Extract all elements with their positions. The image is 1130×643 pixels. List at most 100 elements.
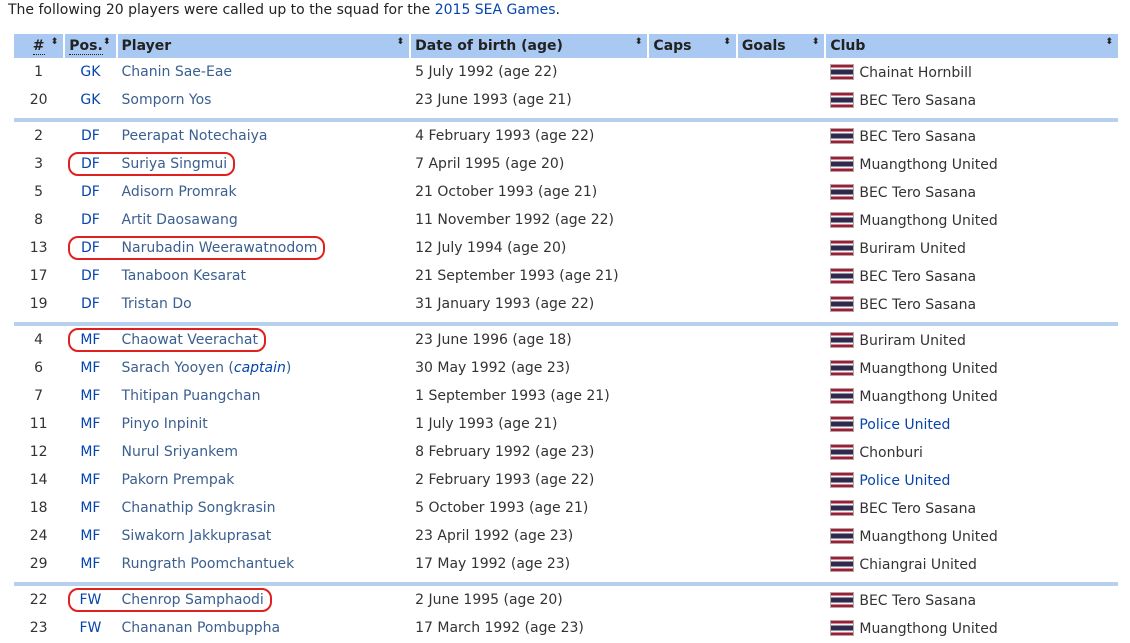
table-row: 3 DF Suriya Singmui 7 April 1995 (age 20) Mu… [14,150,1118,178]
table-row: 11 MF Pinyo Inpinit 1 July 1993 (age 21) Pol… [14,410,1118,438]
player-name-link[interactable]: Siwakorn Jakkuprasat [122,528,272,544]
player-name-link[interactable]: Tanaboon Kesarat [122,268,246,284]
player-position[interactable]: DF [65,262,115,290]
player-number: 11 [29,416,48,432]
club-name-link[interactable]: Chiangrai United [859,557,977,573]
col-header-club[interactable]: Club ⬍ [826,34,1118,58]
player-name-link[interactable]: Rungrath Poomchantuek [122,556,295,572]
club-name-link[interactable]: Chainat Hornbill [859,65,972,81]
club-name-link[interactable]: BEC Tero Sasana [859,93,976,109]
player-position[interactable]: DF [65,234,115,262]
club-name-link[interactable]: Muangthong United [859,361,997,377]
goals-cell [738,494,824,522]
player-name-link[interactable]: Suriya Singmui [122,156,228,172]
player-name-link[interactable]: Nurul Sriyankem [122,444,238,460]
player-name-link[interactable]: Tristan Do [122,296,192,312]
player-name-link[interactable]: Thitipan Puangchan [122,388,261,404]
goals-cell [738,234,824,262]
club-name-link[interactable]: BEC Tero Sasana [859,185,976,201]
player-name-link[interactable]: Chananan Pombuppha [122,620,281,636]
sort-icon[interactable]: ⬍ [51,38,59,47]
table-row: 13 DF Narubadin Weerawatnodom 12 July 1994 … [14,234,1118,262]
player-position[interactable]: GK [65,86,115,114]
player-position[interactable]: MF [65,522,115,550]
player-position[interactable]: FW [65,614,115,642]
player-position[interactable]: MF [65,326,115,354]
club-name-link[interactable]: BEC Tero Sasana [859,593,976,609]
player-name-link[interactable]: Chaowat Veerachat [122,332,258,348]
player-position[interactable]: GK [65,58,115,86]
player-position[interactable]: MF [65,466,115,494]
sea-games-link[interactable]: 2015 SEA Games [435,2,556,18]
goals-cell [738,550,824,578]
col-header-num[interactable]: # ⬍ [14,34,64,58]
sort-icon[interactable]: ⬍ [397,38,405,47]
col-header-dob[interactable]: Date of birth (age) ⬍ [411,34,648,58]
captain-note-link[interactable]: captain [234,360,286,376]
col-header-player[interactable]: Player ⬍ [117,34,410,58]
col-header-pos[interactable]: Pos. ⬍ [65,34,116,58]
club-name-link[interactable]: Police United [859,417,950,433]
player-position[interactable]: DF [65,122,115,150]
club-name-link[interactable]: BEC Tero Sasana [859,269,976,285]
player-name-link[interactable]: Adisorn Promrak [122,184,237,200]
player-name-cell: Rungrath Poomchantuek [118,550,410,578]
sort-icon[interactable]: ⬍ [723,38,731,47]
player-position[interactable]: DF [65,178,115,206]
player-position[interactable]: DF [65,290,115,318]
table-row: 7 MF Thitipan Puangchan 1 September 1993 (a… [14,382,1118,410]
sort-icon[interactable]: ⬍ [103,38,111,47]
player-position[interactable]: MF [65,382,115,410]
club-name-link[interactable]: Muangthong United [859,213,997,229]
goals-cell [738,150,824,178]
player-position[interactable]: MF [65,438,115,466]
player-position[interactable]: MF [65,354,115,382]
date-of-birth: 5 October 1993 (age 21) [415,500,589,516]
player-name-link[interactable]: Chenrop Samphaodi [122,592,264,608]
club-name-link[interactable]: BEC Tero Sasana [859,129,976,145]
player-position[interactable]: MF [65,410,115,438]
player-name-cell: Chaowat Veerachat [118,326,410,354]
sort-icon[interactable]: ⬍ [635,38,643,47]
goals-cell [738,438,824,466]
club-name-link[interactable]: Muangthong United [859,621,997,637]
club-name-link[interactable]: BEC Tero Sasana [859,297,976,313]
player-position[interactable]: FW [65,586,115,614]
player-name-link[interactable]: Chanathip Songkrasin [122,500,276,516]
club-name-link[interactable]: Police United [859,473,950,489]
player-name-link[interactable]: Sarach Yooyen [122,360,224,376]
col-header-caps[interactable]: Caps ⬍ [649,34,736,58]
table-row: 12 MF Nurul Sriyankem 8 February 1992 (age … [14,438,1118,466]
club-name-link[interactable]: Buriram United [859,241,966,257]
club-name-link[interactable]: Muangthong United [859,389,997,405]
player-position[interactable]: MF [65,494,115,522]
player-name-link[interactable]: Peerapat Notechaiya [122,128,268,144]
goals-cell [738,122,824,150]
player-name-link[interactable]: Pinyo Inpinit [122,416,208,432]
player-number: 1 [34,64,44,80]
player-name-cell: Somporn Yos [118,86,410,114]
player-name-link[interactable]: Somporn Yos [122,92,212,108]
thailand-flag-icon [830,359,855,376]
caps-cell [649,178,735,206]
player-position[interactable]: DF [65,206,115,234]
sort-icon[interactable]: ⬍ [812,38,820,47]
player-name-link[interactable]: Narubadin Weerawatnodom [122,240,318,256]
thailand-flag-icon [830,471,855,488]
player-name-link[interactable]: Artit Daosawang [122,212,238,228]
club-name-link[interactable]: Muangthong United [859,529,997,545]
player-name-link[interactable]: Chanin Sae-Eae [122,64,232,80]
club-name-link[interactable]: BEC Tero Sasana [859,501,976,517]
player-position[interactable]: MF [65,550,115,578]
player-name-link[interactable]: Pakorn Prempak [122,472,235,488]
club-name-link[interactable]: Muangthong United [859,157,997,173]
player-number: 5 [34,184,44,200]
col-header-goals[interactable]: Goals ⬍ [737,34,825,58]
club-name-link[interactable]: Buriram United [859,333,966,349]
thailand-flag-icon [830,499,855,516]
sort-icon[interactable]: ⬍ [1105,38,1113,47]
player-number: 18 [29,500,48,516]
player-position[interactable]: DF [65,150,115,178]
club-name-link[interactable]: Chonburi [859,445,923,461]
player-number: 3 [34,156,44,172]
